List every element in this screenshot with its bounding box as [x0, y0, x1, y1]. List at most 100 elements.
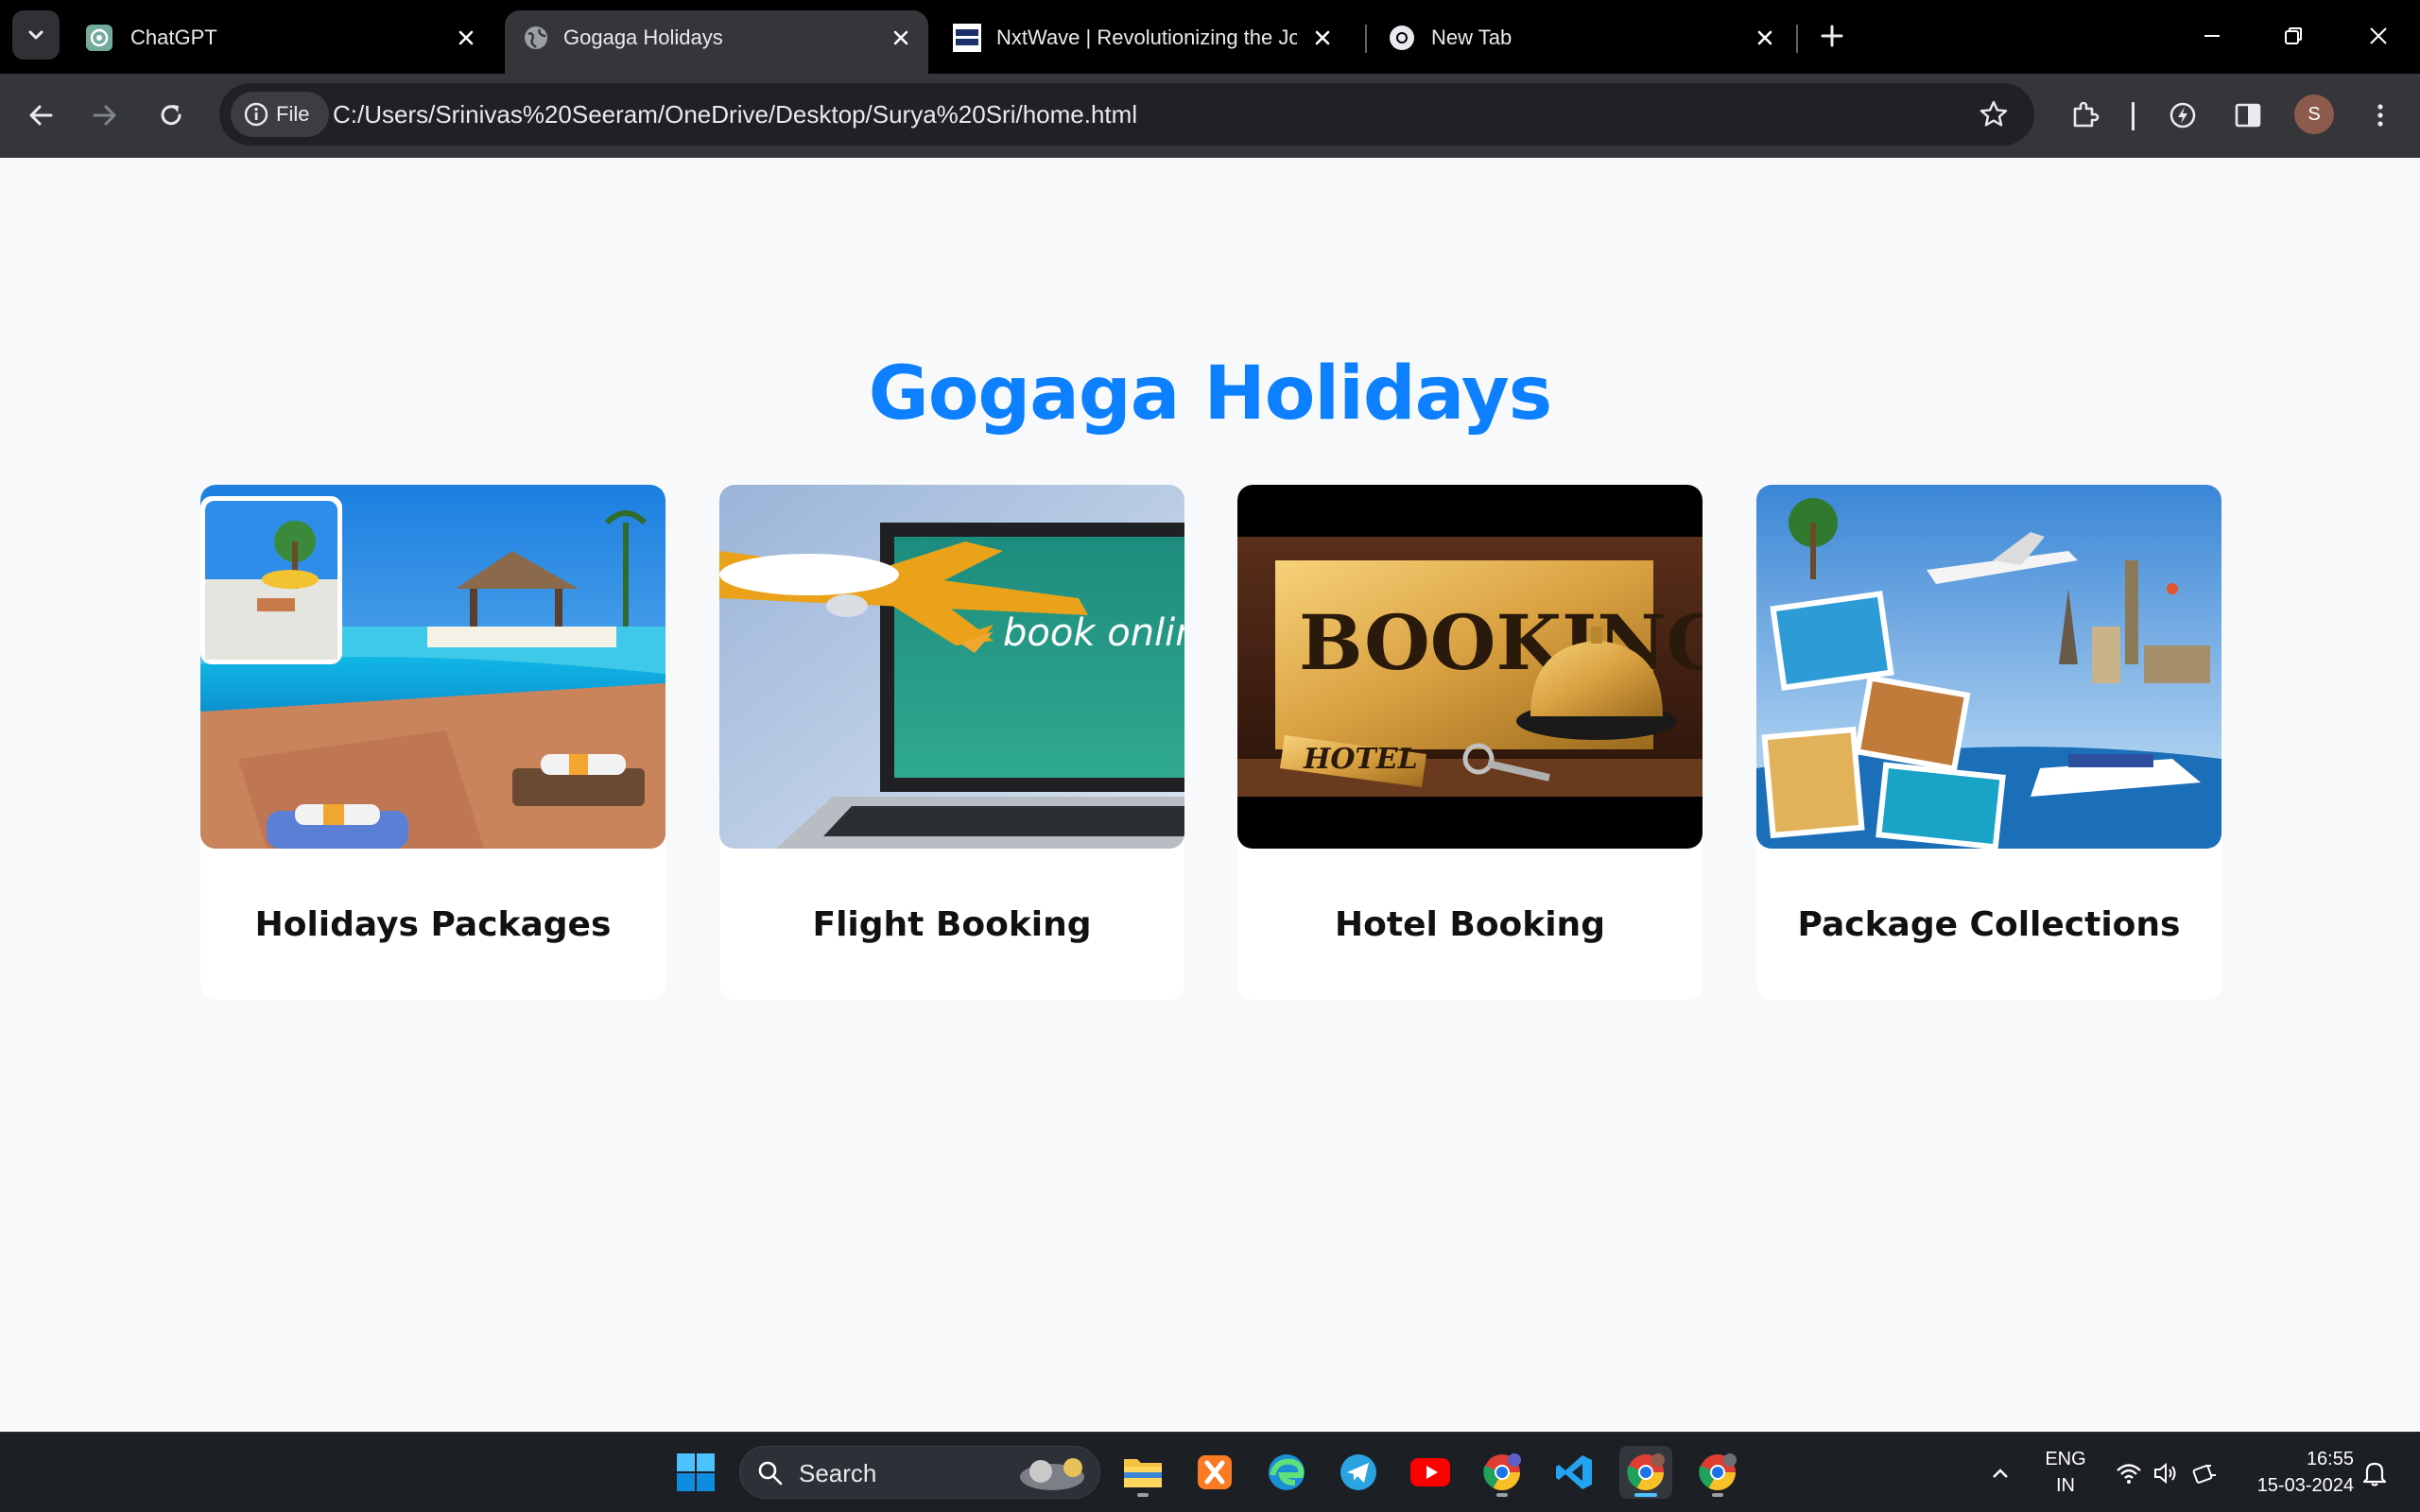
web-page: Gogaga Holidays Holidays Packages book o… — [0, 158, 2420, 1432]
minimize-button[interactable] — [2193, 17, 2231, 55]
tab-chatgpt[interactable]: ChatGPT — [66, 10, 501, 74]
reload-icon — [161, 105, 182, 126]
close-window-button[interactable] — [2360, 17, 2397, 55]
booking-sign-bell-image: BOOKING HOTEL — [1237, 485, 1703, 849]
close-icon — [2370, 27, 2387, 44]
forward-button[interactable] — [83, 94, 127, 137]
volume-icon[interactable] — [2148, 1433, 2186, 1512]
arrow-left-icon — [29, 105, 53, 126]
clock-time: 16:55 — [2306, 1449, 2354, 1469]
profile-avatar[interactable]: S — [2294, 94, 2334, 134]
reload-button[interactable] — [149, 94, 193, 137]
card-package-collections[interactable]: Package Collections — [1756, 485, 2221, 1000]
toolbar-divider — [2132, 102, 2135, 130]
kebab-menu-icon — [2377, 104, 2383, 127]
side-panel-icon — [2235, 103, 2261, 128]
chevron-down-icon — [28, 30, 43, 40]
close-tab-icon[interactable] — [887, 24, 915, 52]
system-clock[interactable]: 16:55 15-03-2024 — [2240, 1446, 2354, 1499]
chrome-icon[interactable] — [1619, 1446, 1672, 1499]
running-indicator — [1137, 1493, 1149, 1497]
restore-icon — [2285, 27, 2302, 44]
running-indicator — [1496, 1493, 1508, 1497]
file-explorer-icon[interactable] — [1116, 1446, 1169, 1499]
card-label: Hotel Booking — [1335, 904, 1605, 944]
tag-text: HOTEL — [1303, 743, 1418, 776]
back-button[interactable] — [19, 94, 62, 137]
edge-icon[interactable] — [1260, 1446, 1313, 1499]
menu-button[interactable] — [2359, 94, 2402, 137]
travel-collage-image — [1756, 485, 2221, 849]
chrome-icon[interactable] — [1691, 1446, 1744, 1499]
restore-button[interactable] — [2274, 17, 2312, 55]
side-panel-button[interactable] — [2226, 94, 2270, 137]
chrome-icon[interactable] — [1476, 1446, 1529, 1499]
tab-separator — [1365, 25, 1367, 53]
browser-toolbar: File C:/Users/Srinivas%20Seeram/OneDrive… — [0, 74, 2420, 158]
language-line1: ENG — [2045, 1449, 2086, 1469]
arrow-right-icon — [93, 105, 116, 126]
vscode-icon[interactable] — [1547, 1446, 1600, 1499]
start-button[interactable] — [675, 1452, 717, 1493]
info-icon — [244, 102, 268, 127]
show-hidden-icons-button[interactable] — [1981, 1433, 2019, 1512]
url-text[interactable]: C:/Users/Srinivas%20Seeram/OneDrive/Desk… — [333, 83, 1137, 146]
tab-strip: ChatGPT Gogaga Holidays NxtWave | Revolu… — [0, 0, 2420, 74]
site-info-chip[interactable]: File — [231, 92, 329, 137]
plus-icon — [1821, 25, 1843, 47]
tab-title: ChatGPT — [130, 26, 217, 49]
youtube-icon[interactable] — [1404, 1446, 1457, 1499]
extensions-button[interactable] — [2064, 94, 2107, 137]
card-holidays-packages[interactable]: Holidays Packages — [200, 485, 666, 1000]
tab-title: New Tab — [1431, 26, 1512, 49]
tab-new-tab[interactable]: New Tab — [1371, 10, 1787, 74]
chrome-icon — [1388, 24, 1416, 52]
bookmark-star-button[interactable] — [1974, 94, 2014, 134]
star-icon — [1979, 100, 2008, 127]
bell-icon — [2362, 1462, 2387, 1486]
performance-button[interactable] — [2161, 94, 2204, 137]
windows-taskbar: Search ENG IN 16:55 15-03-2024 — [0, 1432, 2420, 1512]
search-icon — [758, 1461, 783, 1486]
tab-gogaga-holidays[interactable]: Gogaga Holidays — [505, 10, 928, 74]
speed-icon — [2169, 102, 2196, 129]
chatgpt-icon — [85, 24, 113, 52]
running-indicator — [1634, 1493, 1657, 1497]
tab-separator — [1796, 25, 1798, 53]
close-tab-icon[interactable] — [1751, 24, 1779, 52]
telegram-icon[interactable] — [1332, 1446, 1385, 1499]
tab-title: Gogaga Holidays — [563, 26, 723, 49]
battery-icon[interactable] — [2186, 1433, 2223, 1512]
taskbar-search[interactable]: Search — [739, 1446, 1100, 1499]
new-tab-button[interactable] — [1813, 17, 1851, 55]
windows-logo-icon — [677, 1453, 715, 1491]
card-label: Flight Booking — [812, 904, 1092, 944]
close-tab-icon[interactable] — [452, 24, 480, 52]
close-tab-icon[interactable] — [1308, 24, 1337, 52]
tab-title: NxtWave | Revolutionizing the Job — [996, 26, 1297, 49]
language-line2: IN — [2056, 1475, 2075, 1496]
tab-nxtwave[interactable]: NxtWave | Revolutionizing the Job — [936, 10, 1352, 74]
address-bar[interactable]: File C:/Users/Srinivas%20Seeram/OneDrive… — [219, 83, 2034, 146]
site-chip-label: File — [276, 102, 310, 126]
page-title: Gogaga Holidays — [868, 352, 1552, 437]
puzzle-icon — [2073, 101, 2100, 128]
xampp-icon[interactable] — [1188, 1446, 1241, 1499]
airplane-laptop-image: book onlin — [719, 485, 1184, 849]
resort-pool-image — [200, 485, 666, 849]
wifi-icon[interactable] — [2110, 1433, 2148, 1512]
notifications-button[interactable] — [2356, 1433, 2394, 1512]
card-hotel-booking[interactable]: BOOKING HOTEL Hotel Booking — [1237, 485, 1703, 1000]
chevron-up-icon — [1993, 1468, 2008, 1478]
clock-date: 15-03-2024 — [2256, 1475, 2354, 1496]
minimize-icon — [2204, 35, 2220, 37]
language-indicator[interactable]: ENG IN — [2032, 1446, 2099, 1499]
card-label: Holidays Packages — [254, 904, 612, 944]
tab-search-button[interactable] — [12, 10, 60, 60]
search-placeholder: Search — [799, 1459, 877, 1487]
image-text: book onlin — [1003, 611, 1184, 655]
search-highlight-icon — [1020, 1458, 1084, 1490]
nxtwave-icon — [953, 24, 981, 52]
running-indicator — [1712, 1493, 1723, 1497]
card-flight-booking[interactable]: book onlin Flight Booking — [719, 485, 1184, 1000]
